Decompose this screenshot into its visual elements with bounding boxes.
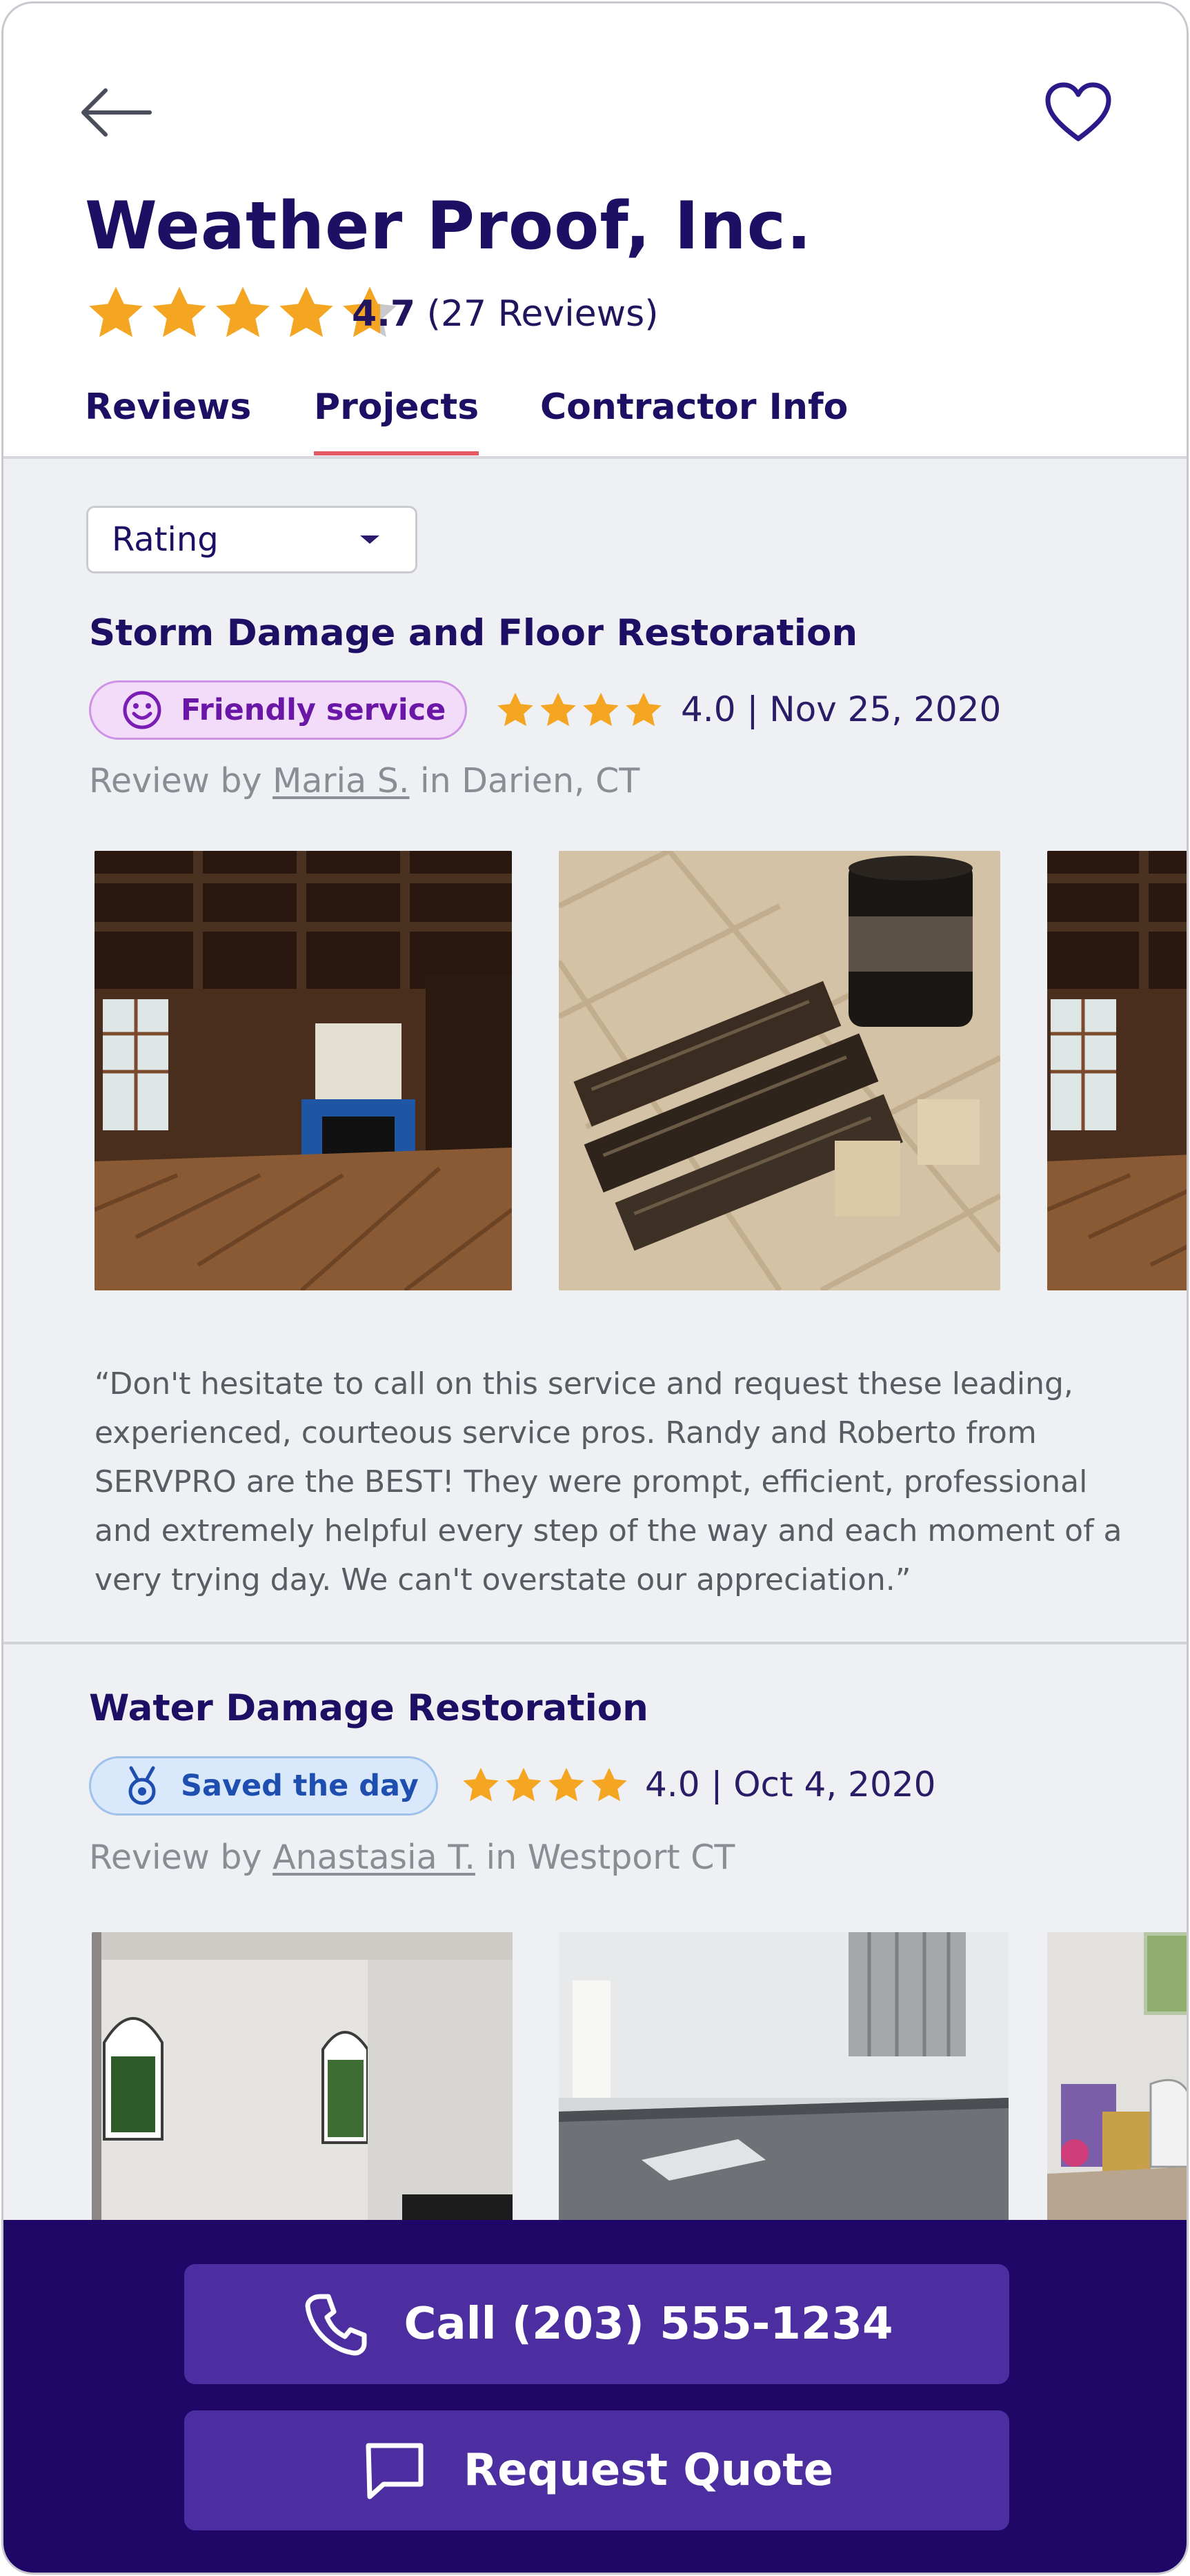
review-star-rating <box>495 687 666 735</box>
review-title[interactable]: Storm Damage and Floor Restoration <box>89 612 857 654</box>
star-icon <box>583 692 619 727</box>
badge-label: Saved the day <box>181 1769 419 1803</box>
badge-label: Friendly service <box>181 693 446 727</box>
review-date: Nov 25, 2020 <box>769 689 1002 729</box>
project-photo[interactable] <box>1047 1932 1187 2222</box>
review-date: Oct 4, 2020 <box>733 1764 936 1805</box>
star-icon <box>626 692 662 727</box>
business-name: Weather Proof, Inc. <box>85 188 813 264</box>
review-meta: 4.0 | Oct 4, 2020 <box>645 1764 935 1805</box>
star-icon <box>216 286 270 337</box>
review-title[interactable]: Water Damage Restoration <box>89 1687 648 1729</box>
review-byline: Review by Maria S. in Darien, CT <box>89 761 639 800</box>
call-button-label: Call (203) 555-1234 <box>404 2299 893 2350</box>
review-text: “Don't hesitate to call on this service … <box>95 1366 1122 1597</box>
medal-icon <box>128 1766 156 1805</box>
tab-reviews[interactable]: Reviews <box>85 386 251 455</box>
project-photo[interactable] <box>1047 851 1187 1290</box>
tab-contractor-info[interactable]: Contractor Info <box>540 386 848 455</box>
star-icon <box>506 1767 542 1802</box>
bottom-action-bar: Call (203) 555-1234 Request Quote <box>3 2220 1187 2573</box>
review-meta: 4.0 | Nov 25, 2020 <box>681 689 1001 729</box>
star-icon <box>279 286 333 337</box>
review-location: in Darien, CT <box>420 761 640 800</box>
byline-prefix: Review by <box>89 761 262 800</box>
tab-projects[interactable]: Projects <box>314 386 479 455</box>
review-divider <box>3 1642 1187 1644</box>
star-icon <box>152 286 206 337</box>
heart-icon <box>1045 82 1111 141</box>
author-link[interactable]: Maria S. <box>272 761 409 800</box>
rating-value: 4.7 <box>352 293 416 335</box>
phone-icon <box>305 2294 367 2356</box>
app-screen: Weather Proof, Inc. 4.7 (27 Reviews) Rev… <box>1 1 1189 2575</box>
star-icon <box>497 692 533 727</box>
review-location: in Westport CT <box>486 1838 735 1877</box>
review-rating: 4.0 <box>645 1764 700 1805</box>
project-photo[interactable] <box>95 851 512 1290</box>
header: Weather Proof, Inc. 4.7 (27 Reviews) Rev… <box>3 3 1187 459</box>
sort-dropdown[interactable]: Rating <box>86 506 417 573</box>
chat-bubble-icon <box>366 2443 424 2499</box>
project-photo[interactable] <box>559 1932 1009 2222</box>
review-rating: 4.0 <box>681 689 736 729</box>
star-icon <box>89 286 143 337</box>
caret-down-icon <box>360 535 379 544</box>
star-icon <box>463 1767 499 1802</box>
meta-separator: | <box>746 689 759 729</box>
call-button[interactable]: Call (203) 555-1234 <box>184 2264 1009 2384</box>
star-icon <box>540 692 576 727</box>
review-star-rating <box>460 1762 631 1810</box>
back-button[interactable] <box>78 85 154 140</box>
reviews-count: (27 Reviews) <box>426 293 659 335</box>
request-quote-button[interactable]: Request Quote <box>184 2410 1009 2530</box>
favorite-button[interactable] <box>1044 81 1113 144</box>
review-byline: Review by Anastasia T. in Westport CT <box>89 1838 735 1877</box>
star-icon <box>548 1767 584 1802</box>
review-badge: Friendly service <box>89 680 467 740</box>
author-link[interactable]: Anastasia T. <box>272 1838 475 1877</box>
meta-separator: | <box>711 1764 723 1805</box>
project-photo[interactable] <box>92 1932 513 2222</box>
rating-summary: 4.7 (27 Reviews) <box>352 293 659 335</box>
sort-selected-value: Rating <box>112 520 219 559</box>
arrow-left-icon <box>81 88 152 137</box>
smiley-icon <box>123 691 161 729</box>
byline-prefix: Review by <box>89 1838 262 1877</box>
review-badge: Saved the day <box>89 1756 438 1816</box>
request-quote-label: Request Quote <box>463 2445 834 2496</box>
star-icon <box>591 1767 627 1802</box>
project-photo[interactable] <box>559 851 1000 1290</box>
